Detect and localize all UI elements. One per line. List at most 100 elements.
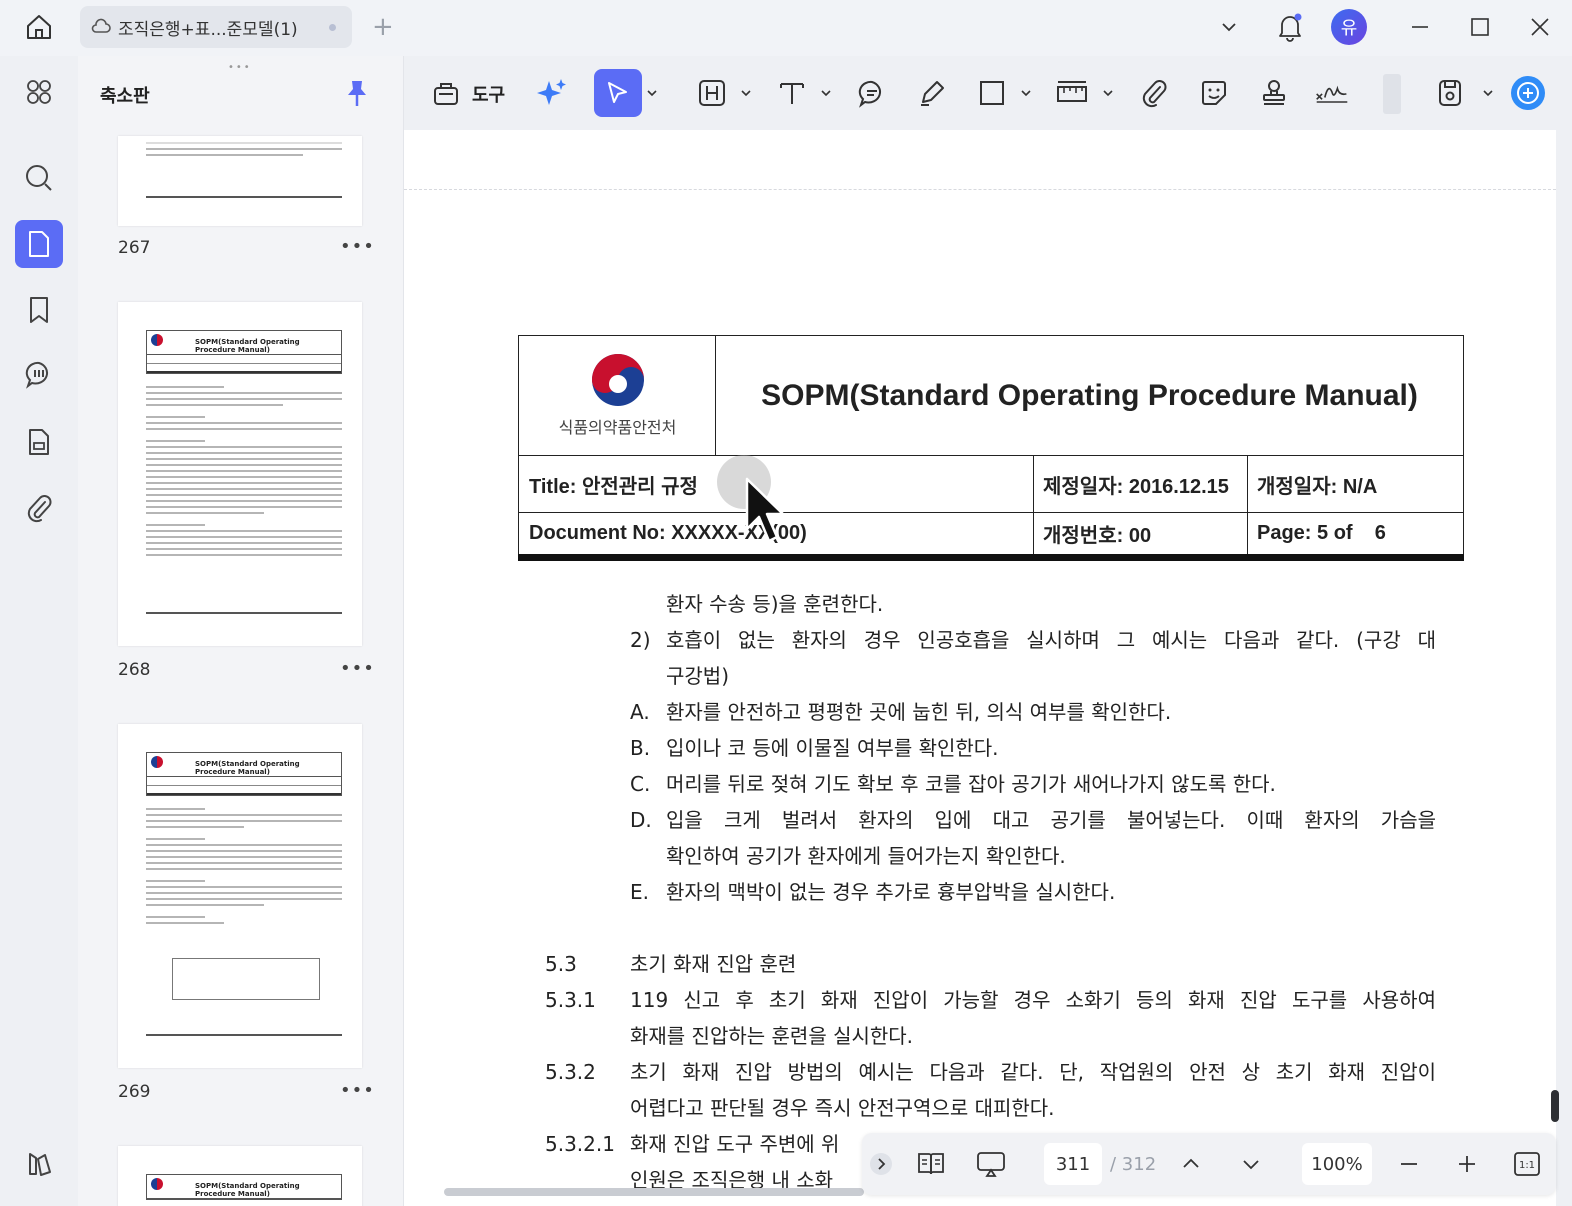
thumbnail-page[interactable] xyxy=(118,136,362,226)
manual-title: SOPM(Standard Operating Procedure Manual… xyxy=(761,378,1418,412)
header-row-docno: Document No: XXXXX-XX(00) 개정번호: 00 Page:… xyxy=(519,512,1463,554)
rail-apps-button[interactable] xyxy=(15,68,63,116)
main-toolbar: 도구 xyxy=(412,60,1562,128)
annotation-group xyxy=(588,60,1408,126)
home-button[interactable] xyxy=(22,10,56,44)
chevron-right-icon xyxy=(870,1153,892,1175)
zoom-in-button[interactable] xyxy=(1450,1147,1484,1181)
ai-button[interactable] xyxy=(534,75,570,111)
rail-attachments-button[interactable] xyxy=(15,484,63,532)
list-letter: C. xyxy=(630,772,651,796)
measure-tool-button[interactable] xyxy=(1054,75,1090,111)
signature-tool-button[interactable] xyxy=(1314,75,1350,111)
panel-resize-grip[interactable]: ••• xyxy=(228,62,252,73)
toolbar-overflow[interactable] xyxy=(1383,74,1401,114)
rail-search-button[interactable] xyxy=(15,154,63,202)
mouse-cursor-icon xyxy=(745,477,785,543)
presentation-button[interactable] xyxy=(974,1147,1008,1181)
body-line: 확인하여 공기가 환자에게 들어가는지 확인한다. xyxy=(666,844,1066,868)
thumbnail-panel: ••• 축소판 267 ••• SOPM(Standard Operating … xyxy=(78,56,404,1206)
org-name: 식품의약품안전처 xyxy=(558,418,677,437)
minimize-button[interactable] xyxy=(1403,10,1437,44)
ai-assistant-button[interactable] xyxy=(1510,75,1546,111)
text-tool-button[interactable] xyxy=(774,75,810,111)
thumbnail-page[interactable]: SOPM(Standard Operating Procedure Manual… xyxy=(118,724,362,1068)
new-tab-button[interactable]: + xyxy=(372,14,394,40)
pen-icon xyxy=(921,81,944,106)
rail-forms-button[interactable] xyxy=(15,418,63,466)
body-line: 구강법) xyxy=(666,664,730,688)
paperclip-icon xyxy=(1142,80,1167,108)
maximize-button[interactable] xyxy=(1463,10,1497,44)
page-number-input[interactable] xyxy=(1044,1143,1102,1185)
thumbnail-page-number: 267 xyxy=(118,238,151,258)
section-number: 5.3.1 xyxy=(545,988,596,1012)
sticker-tool-button[interactable] xyxy=(1196,75,1232,111)
section-number: 5.3.2.1 xyxy=(545,1132,615,1156)
chevron-down-icon[interactable] xyxy=(1482,87,1494,99)
thumbnail-heading: SOPM(Standard Operating Procedure Manual… xyxy=(195,1182,300,1198)
chevron-down-icon[interactable] xyxy=(740,87,752,99)
rail-library-button[interactable] xyxy=(15,1140,63,1188)
chevron-down-icon[interactable] xyxy=(1102,87,1114,99)
rail-bookmarks-button[interactable] xyxy=(15,286,63,334)
thumbnail-page[interactable]: SOPM(Standard Operating Procedure Manual… xyxy=(118,1146,362,1206)
form-icon xyxy=(29,429,49,455)
attach-tool-button[interactable] xyxy=(1136,75,1172,111)
enact-date-field: 제정일자: 2016.12.15 xyxy=(1043,475,1229,498)
zoom-level[interactable]: 100% xyxy=(1302,1143,1372,1185)
rail-comments-button[interactable] xyxy=(15,350,63,398)
pin-button[interactable] xyxy=(344,78,370,108)
bell-icon xyxy=(1279,13,1302,42)
notification-button[interactable] xyxy=(1273,10,1307,44)
close-button[interactable] xyxy=(1523,10,1557,44)
thumbnail-more-button[interactable]: ••• xyxy=(340,1080,375,1101)
body-line: 머리를 뒤로 젖혀 기도 확보 후 코를 잡아 공기가 새어나가지 않도록 한다… xyxy=(666,772,1276,796)
text-icon xyxy=(780,83,804,104)
document-viewport[interactable]: 식품의약품안전처 SOPM(Standard Operating Procedu… xyxy=(404,130,1556,1206)
highlight-tool-button[interactable] xyxy=(694,75,730,111)
pen-tool-button[interactable] xyxy=(914,75,950,111)
home-icon xyxy=(27,15,51,39)
thumbnail-more-button[interactable]: ••• xyxy=(340,658,375,679)
save-button[interactable] xyxy=(1432,75,1468,111)
list-letter: E. xyxy=(630,880,649,904)
previous-page-button[interactable] xyxy=(1174,1147,1208,1181)
thumbnail-page[interactable]: SOPM(Standard Operating Procedure Manual… xyxy=(118,302,362,646)
left-rail xyxy=(0,56,78,1206)
horizontal-scrollbar[interactable] xyxy=(444,1188,864,1196)
sticker-icon xyxy=(1202,81,1226,105)
stamp-tool-button[interactable] xyxy=(1256,75,1292,111)
comment-tool-button[interactable] xyxy=(854,75,890,111)
body-line: 화재를 진압하는 훈련을 실시한다. xyxy=(630,1024,914,1048)
comment-icon xyxy=(25,361,49,389)
thumbnail-heading: SOPM(Standard Operating Procedure Manual… xyxy=(195,760,300,776)
select-tool-button[interactable] xyxy=(594,69,642,117)
user-avatar[interactable]: 유 xyxy=(1331,9,1367,45)
chevron-down-icon[interactable] xyxy=(646,87,658,99)
zoom-out-button[interactable] xyxy=(1392,1147,1426,1181)
tools-label[interactable]: 도구 xyxy=(472,81,505,107)
chevron-down-icon[interactable] xyxy=(820,87,832,99)
tab-list-button[interactable] xyxy=(1212,10,1246,44)
body-line: 초기 화재 진압 방법의 예시는 다음과 같다. 단, 작업원의 안전 상 초기… xyxy=(630,1060,1436,1084)
library-icon xyxy=(29,1153,51,1176)
list-letter: A. xyxy=(630,700,650,724)
collapse-bar-button[interactable] xyxy=(868,1147,894,1181)
actual-size-button[interactable]: 1:1 xyxy=(1510,1147,1544,1181)
reading-mode-button[interactable] xyxy=(914,1147,948,1181)
rail-thumbnails-button[interactable] xyxy=(15,220,63,268)
page-count-field: Page: 5 of 6 xyxy=(1257,522,1386,544)
next-page-button[interactable] xyxy=(1234,1147,1268,1181)
plus-icon xyxy=(1459,1156,1475,1172)
thumbnail-more-button[interactable]: ••• xyxy=(340,236,375,257)
document-tab[interactable]: 조직은행+표...준모델(1) xyxy=(80,6,352,48)
pin-icon xyxy=(348,81,366,106)
minus-icon xyxy=(1401,1163,1417,1165)
heading-icon xyxy=(699,80,725,106)
shape-tool-button[interactable] xyxy=(974,75,1010,111)
chevron-down-icon[interactable] xyxy=(1020,87,1032,99)
vertical-scrollbar[interactable] xyxy=(1551,1090,1559,1122)
tools-menu-button[interactable] xyxy=(428,75,464,111)
presentation-icon xyxy=(977,1152,1005,1177)
